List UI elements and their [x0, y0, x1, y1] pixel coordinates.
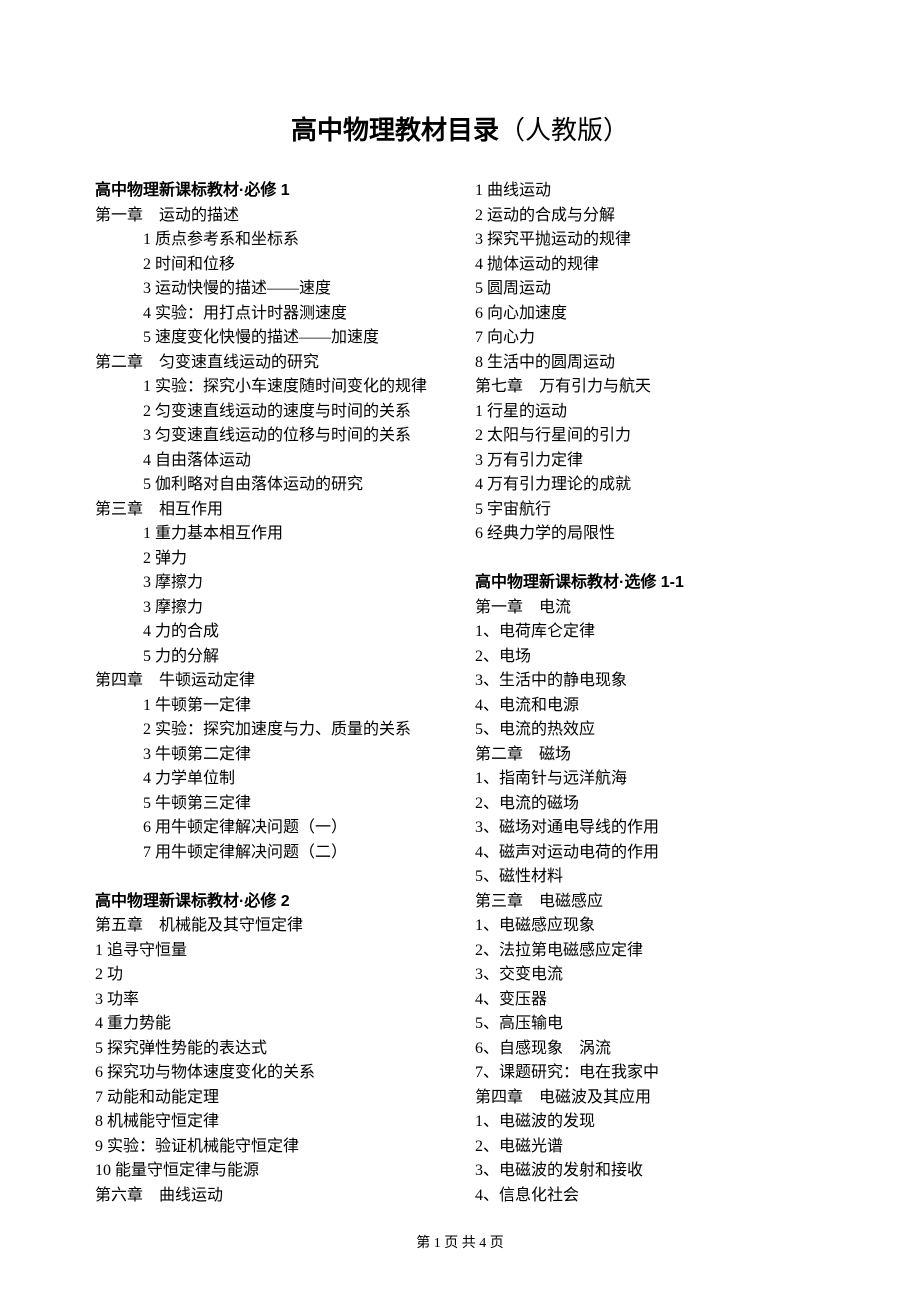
section-item: 1、指南针与远洋航海 — [475, 767, 825, 792]
left-column: 高中物理新课标教材·必修 1 第一章 运动的描述 1 质点参考系和坐标系 2 时… — [95, 179, 445, 1208]
section-item: 5 速度变化快慢的描述——加速度 — [95, 326, 445, 351]
section-item: 7 动能和动能定理 — [95, 1086, 445, 1111]
section-item: 4 重力势能 — [95, 1012, 445, 1037]
section-item: 5 牛顿第三定律 — [95, 792, 445, 817]
section-item: 9 实验：验证机械能守恒定律 — [95, 1135, 445, 1160]
main-title: 高中物理教材目录 — [291, 115, 499, 145]
section-item: 4 抛体运动的规律 — [475, 253, 825, 278]
chapter-header: 第三章 相互作用 — [95, 498, 445, 523]
section-item: 6 向心加速度 — [475, 302, 825, 327]
section-item: 8 机械能守恒定律 — [95, 1110, 445, 1135]
section-item: 2、电场 — [475, 645, 825, 670]
section-item: 5 力的分解 — [95, 645, 445, 670]
section-item: 3、生活中的静电现象 — [475, 669, 825, 694]
section-item: 4、变压器 — [475, 988, 825, 1013]
chapter-header: 第二章 磁场 — [475, 743, 825, 768]
spacer — [95, 865, 445, 890]
section-item: 6 探究功与物体速度变化的关系 — [95, 1061, 445, 1086]
section-item: 1 牛顿第一定律 — [95, 694, 445, 719]
chapter-header: 第三章 电磁感应 — [475, 890, 825, 915]
section-item: 7 向心力 — [475, 326, 825, 351]
section-item: 3、电磁波的发射和接收 — [475, 1159, 825, 1184]
section-item: 3、交变电流 — [475, 963, 825, 988]
section-item: 5 圆周运动 — [475, 277, 825, 302]
section-item: 4、电流和电源 — [475, 694, 825, 719]
section-item: 7 用牛顿定律解决问题（二） — [95, 841, 445, 866]
section-item: 4 自由落体运动 — [95, 449, 445, 474]
section-item: 2 时间和位移 — [95, 253, 445, 278]
section-item: 2、电磁光谱 — [475, 1135, 825, 1160]
section-item: 3 运动快慢的描述——速度 — [95, 277, 445, 302]
right-column: 1 曲线运动 2 运动的合成与分解 3 探究平抛运动的规律 4 抛体运动的规律 … — [475, 179, 825, 1208]
chapter-header: 第四章 牛顿运动定律 — [95, 669, 445, 694]
section-item: 2、电流的磁场 — [475, 792, 825, 817]
subtitle: （人教版） — [499, 116, 629, 145]
document-title: 高中物理教材目录（人教版） — [95, 110, 825, 147]
section-item: 10 能量守恒定律与能源 — [95, 1159, 445, 1184]
section-item: 2 弹力 — [95, 547, 445, 572]
section-item: 4 实验：用打点计时器测速度 — [95, 302, 445, 327]
section-item: 3 摩擦力 — [95, 596, 445, 621]
section-item: 2 太阳与行星间的引力 — [475, 424, 825, 449]
section-item: 1 实验：探究小车速度随时间变化的规律 — [95, 375, 445, 400]
section-item: 3 功率 — [95, 988, 445, 1013]
section-item: 5、磁性材料 — [475, 865, 825, 890]
section-item: 4 力的合成 — [95, 620, 445, 645]
chapter-header: 第一章 运动的描述 — [95, 204, 445, 229]
section-item: 5 伽利略对自由落体运动的研究 — [95, 473, 445, 498]
section-item: 5、电流的热效应 — [475, 718, 825, 743]
section-item: 3 摩擦力 — [95, 571, 445, 596]
spacer — [475, 547, 825, 572]
chapter-header: 第二章 匀变速直线运动的研究 — [95, 351, 445, 376]
section-item: 5、高压输电 — [475, 1012, 825, 1037]
section-item: 6 经典力学的局限性 — [475, 522, 825, 547]
section-item: 1 行星的运动 — [475, 400, 825, 425]
section-item: 1、电磁波的发现 — [475, 1110, 825, 1135]
section-item: 6 用牛顿定律解决问题（一） — [95, 816, 445, 841]
section-item: 1、电磁感应现象 — [475, 914, 825, 939]
book-header: 高中物理新课标教材·必修 2 — [95, 890, 445, 915]
section-item: 3 匀变速直线运动的位移与时间的关系 — [95, 424, 445, 449]
book-header: 高中物理新课标教材·选修 1-1 — [475, 571, 825, 596]
section-item: 4 力学单位制 — [95, 767, 445, 792]
page-footer: 第 1 页 共 4 页 — [0, 1232, 920, 1252]
section-item: 1 重力基本相互作用 — [95, 522, 445, 547]
section-item: 2、法拉第电磁感应定律 — [475, 939, 825, 964]
chapter-header: 第五章 机械能及其守恒定律 — [95, 914, 445, 939]
section-item: 5 探究弹性势能的表达式 — [95, 1037, 445, 1062]
section-item: 1、电荷库仑定律 — [475, 620, 825, 645]
section-item: 2 实验：探究加速度与力、质量的关系 — [95, 718, 445, 743]
section-item: 3 探究平抛运动的规律 — [475, 228, 825, 253]
section-item: 7、课题研究：电在我家中 — [475, 1061, 825, 1086]
section-item: 4、信息化社会 — [475, 1184, 825, 1209]
section-item: 1 追寻守恒量 — [95, 939, 445, 964]
section-item: 1 质点参考系和坐标系 — [95, 228, 445, 253]
chapter-header: 第四章 电磁波及其应用 — [475, 1086, 825, 1111]
section-item: 2 功 — [95, 963, 445, 988]
chapter-header: 第一章 电流 — [475, 596, 825, 621]
content-columns: 高中物理新课标教材·必修 1 第一章 运动的描述 1 质点参考系和坐标系 2 时… — [95, 179, 825, 1208]
section-item: 3 万有引力定律 — [475, 449, 825, 474]
section-item: 8 生活中的圆周运动 — [475, 351, 825, 376]
chapter-header: 第六章 曲线运动 — [95, 1184, 445, 1209]
book-header: 高中物理新课标教材·必修 1 — [95, 179, 445, 204]
section-item: 5 宇宙航行 — [475, 498, 825, 523]
section-item: 1 曲线运动 — [475, 179, 825, 204]
section-item: 2 运动的合成与分解 — [475, 204, 825, 229]
section-item: 2 匀变速直线运动的速度与时间的关系 — [95, 400, 445, 425]
section-item: 3 牛顿第二定律 — [95, 743, 445, 768]
section-item: 4、磁声对运动电荷的作用 — [475, 841, 825, 866]
section-item: 4 万有引力理论的成就 — [475, 473, 825, 498]
section-item: 3、磁场对通电导线的作用 — [475, 816, 825, 841]
section-item: 6、自感现象 涡流 — [475, 1037, 825, 1062]
chapter-header: 第七章 万有引力与航天 — [475, 375, 825, 400]
